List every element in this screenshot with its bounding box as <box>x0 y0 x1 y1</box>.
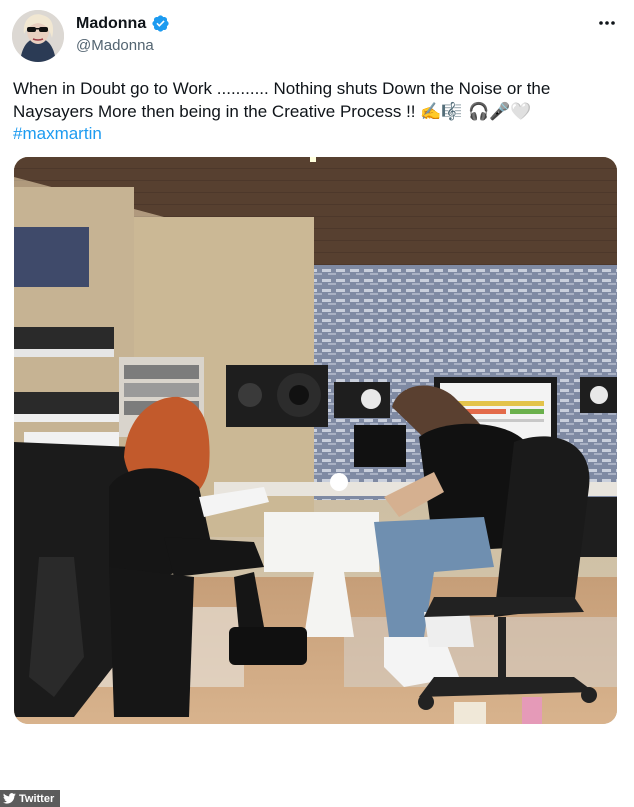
tweet-text: When in Doubt go to Work ........... Not… <box>13 78 618 146</box>
tweet-card: Madonna @Madonna When in Doubt go to Wor… <box>0 0 634 807</box>
twitter-watermark: Twitter <box>0 790 61 807</box>
author-handle[interactable]: @Madonna <box>76 37 154 54</box>
author-display-name[interactable]: Madonna <box>76 15 146 33</box>
author-name-row: Madonna <box>76 14 170 33</box>
tweet-emoji: ✍️🎼 🎧🎤🤍 <box>420 101 532 122</box>
studio-photo <box>14 157 617 724</box>
more-options-icon[interactable] <box>596 14 618 34</box>
hashtag-link[interactable]: #maxmartin <box>13 123 618 146</box>
avatar-portrait <box>12 10 64 62</box>
author-avatar[interactable] <box>12 10 64 62</box>
tweet-media-photo[interactable] <box>14 157 617 724</box>
watermark-label: Twitter <box>19 792 55 805</box>
verified-badge-icon <box>152 15 169 32</box>
twitter-bird-icon <box>3 793 16 804</box>
